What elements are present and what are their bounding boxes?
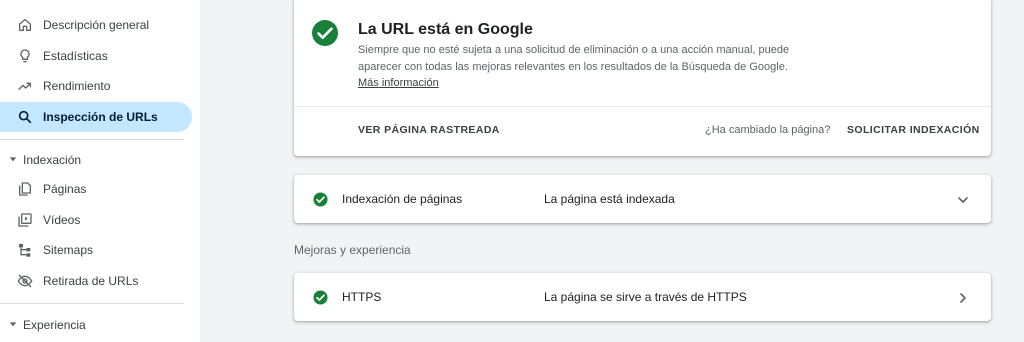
check-circle-icon — [313, 290, 328, 305]
pages-icon — [19, 182, 31, 196]
sidebar-item-insights[interactable]: Estadísticas — [0, 41, 192, 71]
sidebar-item-label: Sitemaps — [43, 243, 94, 257]
sidebar-item-videos[interactable]: Vídeos — [0, 205, 192, 235]
lightbulb-icon — [20, 49, 30, 63]
section-title: Mejoras y experiencia — [294, 243, 411, 257]
page-changed-question: ¿Ha cambiado la página? — [705, 124, 831, 136]
status-description: Siempre que no esté sujeta a una solicit… — [358, 42, 798, 92]
check-circle-icon — [312, 20, 338, 46]
status-title: La URL está en Google — [358, 21, 533, 38]
sidebar-section-label: Indexación — [23, 153, 82, 167]
chevron-down-icon[interactable] — [955, 192, 971, 208]
sidebar-item-label: Retirada de URLs — [43, 274, 139, 288]
sidebar-divider — [0, 139, 184, 140]
view-crawled-page-button[interactable]: VER PÁGINA RASTREADA — [358, 124, 500, 136]
sidebar: Descripción general Estadísticas Rendimi… — [0, 0, 200, 342]
video-icon — [18, 213, 32, 227]
sidebar-section-indexing[interactable]: Indexación — [0, 146, 192, 172]
eye-off-icon — [17, 274, 33, 288]
sidebar-divider — [0, 303, 184, 304]
request-indexing-button[interactable]: SOLICITAR INDEXACIÓN — [847, 124, 980, 136]
sidebar-item-url-inspection[interactable]: Inspección de URLs — [0, 102, 192, 132]
check-circle-icon — [313, 192, 328, 207]
https-row[interactable]: HTTPS La página se sirve a través de HTT… — [294, 273, 991, 321]
row-status: La página está indexada — [544, 192, 675, 206]
sidebar-section-label: Experiencia — [23, 318, 86, 332]
caret-down-icon — [9, 322, 17, 327]
row-label: HTTPS — [342, 290, 382, 304]
sidebar-item-performance[interactable]: Rendimiento — [0, 71, 192, 101]
sidebar-item-label: Páginas — [43, 182, 87, 196]
row-status: La página se sirve a través de HTTPS — [544, 290, 747, 304]
sidebar-item-overview[interactable]: Descripción general — [0, 10, 192, 40]
caret-down-icon — [9, 157, 17, 162]
sidebar-item-removals[interactable]: Retirada de URLs — [0, 266, 192, 296]
learn-more-link[interactable]: Más información — [358, 77, 439, 89]
chevron-right-icon[interactable] — [955, 290, 971, 306]
row-label: Indexación de páginas — [342, 192, 463, 206]
sidebar-item-sitemaps[interactable]: Sitemaps — [0, 235, 192, 265]
sitemap-icon — [19, 244, 31, 257]
sidebar-item-pages[interactable]: Páginas — [0, 174, 192, 204]
sidebar-item-label: Vídeos — [43, 213, 81, 227]
card-divider — [294, 106, 991, 107]
sidebar-item-label: Inspección de URLs — [43, 110, 158, 124]
sidebar-item-label: Rendimiento — [43, 79, 111, 93]
page-indexing-row[interactable]: Indexación de páginas La página está ind… — [294, 175, 991, 223]
status-description-text: Siempre que no esté sujeta a una solicit… — [358, 44, 790, 73]
trending-up-icon — [18, 82, 31, 90]
url-status-card: La URL está en Google Siempre que no est… — [294, 0, 991, 156]
sidebar-section-experience[interactable]: Experiencia — [0, 311, 192, 337]
home-icon — [19, 19, 31, 31]
sidebar-item-label: Descripción general — [43, 18, 150, 32]
sidebar-item-label: Estadísticas — [43, 49, 108, 63]
search-icon — [18, 110, 32, 124]
